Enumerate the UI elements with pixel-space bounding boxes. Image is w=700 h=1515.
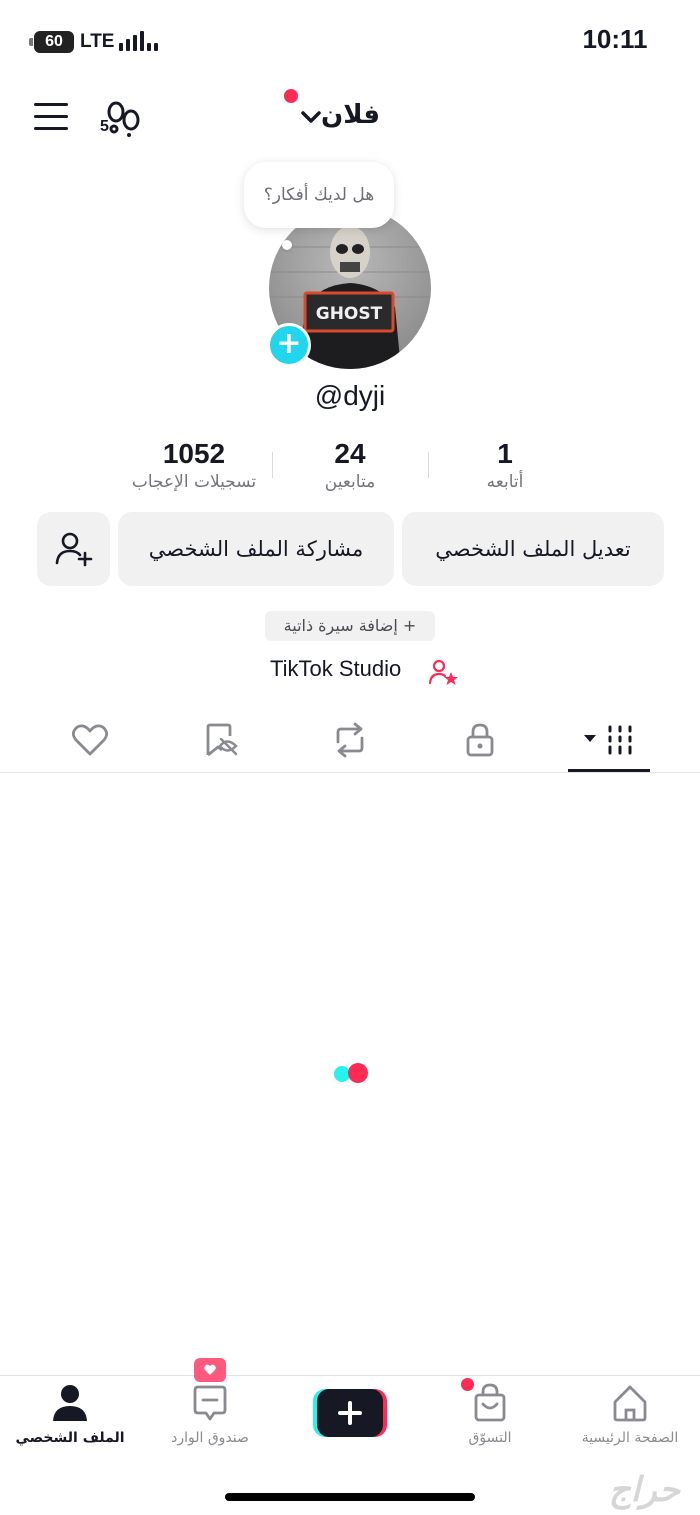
stat-followers-label: متابعين (324, 472, 376, 492)
profile-icon (53, 1385, 87, 1421)
home-indicator[interactable] (225, 1493, 475, 1501)
nav-inbox[interactable]: صندوق الوارد (140, 1382, 280, 1462)
stat-likes-value: 1052 (162, 438, 226, 469)
nav-shop[interactable]: التسوّق (420, 1382, 560, 1462)
nav-profile-label: الملف الشخصي (15, 1430, 125, 1446)
create-button[interactable] (313, 1389, 387, 1437)
tab-reposts[interactable] (320, 716, 380, 764)
battery-cap (29, 38, 33, 46)
add-user-icon (55, 532, 92, 567)
creator-star-icon (428, 659, 458, 685)
repost-icon (336, 722, 364, 758)
stat-followers-value: 24 (334, 438, 366, 469)
tabs-divider (0, 772, 700, 773)
stat-followers[interactable]: 24 متابعين (260, 438, 440, 492)
shopping-bag-icon (474, 1383, 506, 1422)
stat-following-value: 1 (497, 438, 513, 469)
home-icon (613, 1385, 647, 1422)
nav-home[interactable]: الصفحة الرئيسية (560, 1382, 700, 1462)
inbox-badge (194, 1358, 226, 1382)
thought-bubble[interactable]: هل لديك أفكار؟ (244, 162, 394, 228)
tiktok-studio-label: TikTok Studio (270, 656, 402, 681)
battery-indicator: 60 (34, 31, 74, 53)
heart-icon (71, 724, 109, 756)
tab-videos[interactable] (580, 716, 640, 764)
bookmark-icon (206, 723, 238, 757)
signal-icon (119, 31, 158, 51)
footprint-count: 5 (100, 118, 109, 135)
edit-profile-button[interactable]: تعديل الملف الشخصي (402, 512, 664, 586)
share-profile-button[interactable]: مشاركة الملف الشخصي (118, 512, 394, 586)
nav-shop-label: التسوّق (468, 1430, 512, 1446)
plus-icon (313, 1389, 387, 1437)
status-time: 10:11 (582, 24, 648, 54)
tab-liked[interactable] (60, 716, 120, 764)
watermark-logo: حراج (608, 1470, 680, 1510)
add-avatar-button[interactable]: + (267, 323, 311, 367)
lock-icon (466, 723, 494, 757)
grid-icon (584, 725, 632, 755)
menu-icon[interactable] (34, 103, 68, 131)
user-handle: @dyji (314, 380, 386, 411)
bottom-nav-divider (0, 1375, 700, 1376)
chevron-down-icon[interactable] (300, 108, 322, 126)
nav-inbox-label: صندوق الوارد (171, 1430, 249, 1446)
stat-following-label: أتابعه (486, 472, 524, 492)
thought-bubble-tail (282, 240, 292, 250)
avatar-sign-text: GHOST (316, 304, 383, 324)
network-type: LTE (80, 31, 115, 52)
stat-likes-label: تسجيلات الإعجاب (131, 472, 257, 492)
tab-favorites[interactable] (190, 716, 250, 764)
add-friend-button[interactable] (37, 512, 110, 586)
loading-dot-red (348, 1063, 368, 1083)
add-bio-button[interactable]: + إضافة سيرة ذاتية (265, 611, 435, 641)
tab-private[interactable] (450, 716, 510, 764)
nav-profile[interactable]: الملف الشخصي (0, 1382, 140, 1462)
stat-following[interactable]: 1 أتابعه (415, 438, 595, 492)
notification-dot (284, 89, 298, 103)
tiktok-studio-link[interactable]: TikTok Studio (268, 656, 458, 686)
inbox-icon (193, 1385, 227, 1421)
nav-home-label: الصفحة الرئيسية (581, 1430, 679, 1446)
stat-likes[interactable]: 1052 تسجيلات الإعجاب (104, 438, 284, 492)
